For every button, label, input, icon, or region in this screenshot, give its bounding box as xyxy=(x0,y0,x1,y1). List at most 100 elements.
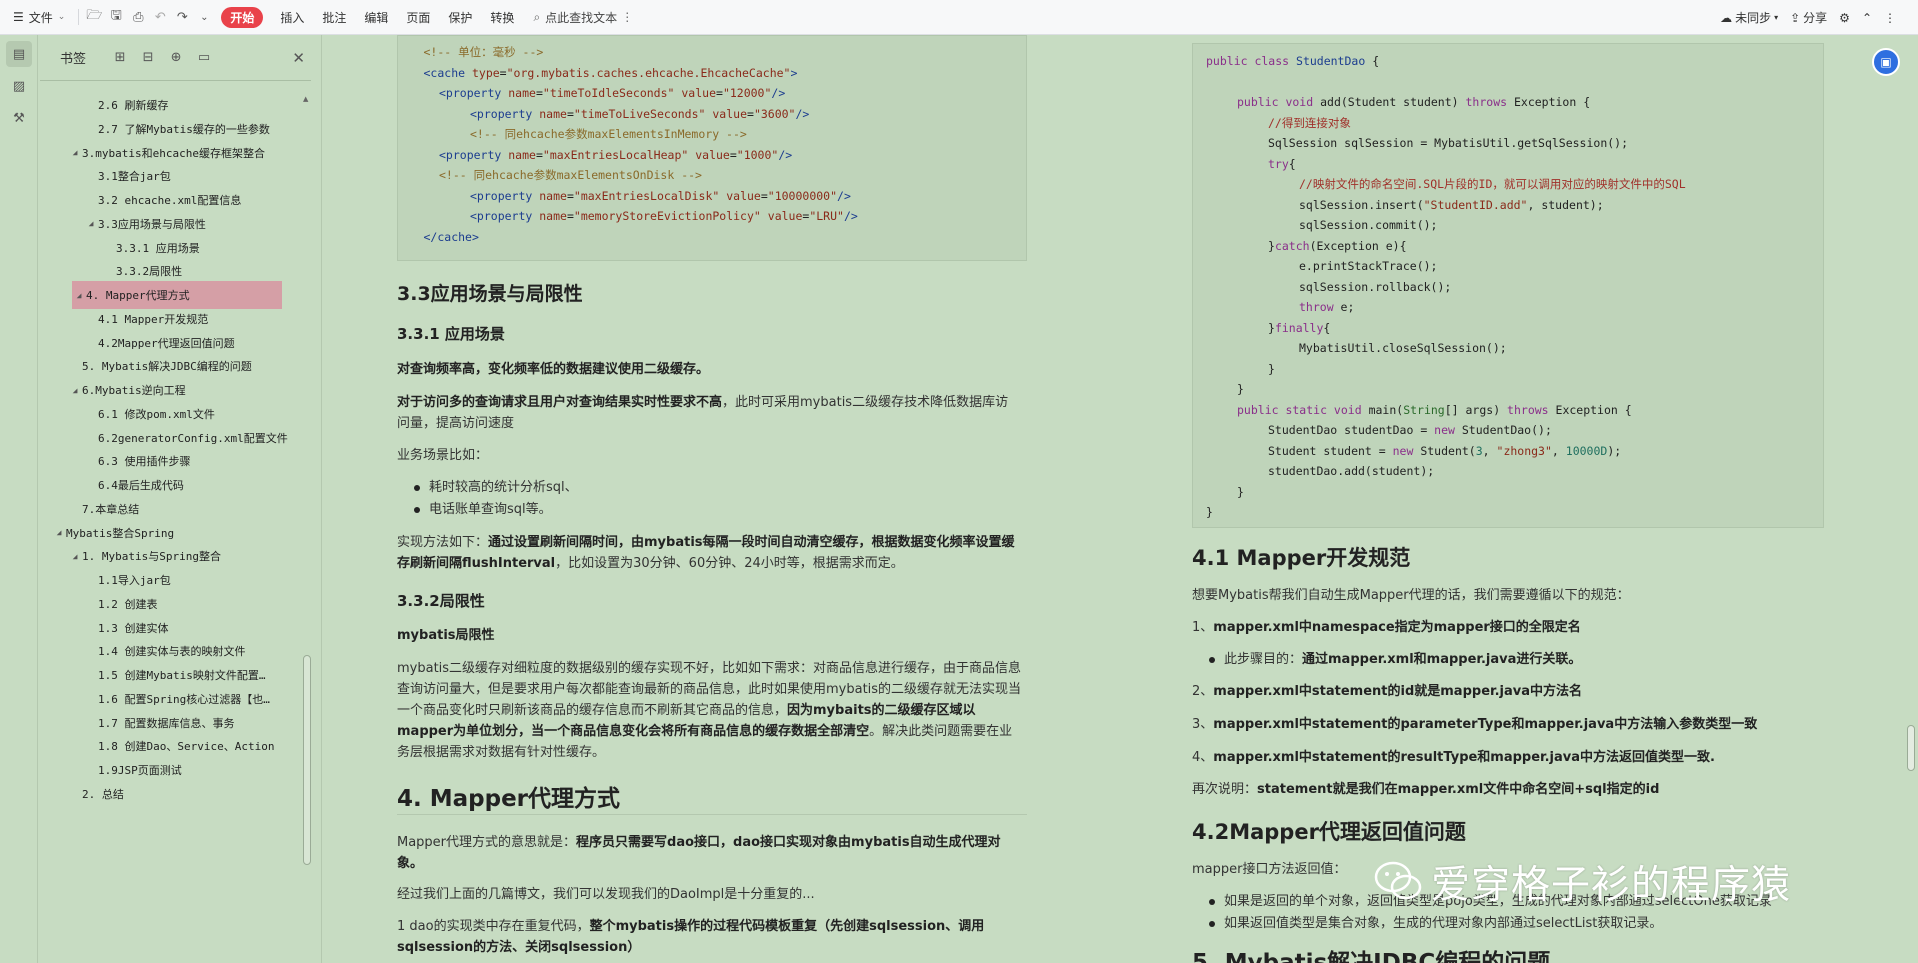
code-token: = xyxy=(566,188,574,203)
more-quick-icon[interactable]: ⌄ xyxy=(193,6,215,28)
sidebar-item-label: 3.2 ehcache.xml配置信息 xyxy=(98,194,242,207)
tab-page[interactable]: 页面 xyxy=(397,9,439,26)
file-menu[interactable]: ☰ 文件 ⌄ xyxy=(0,9,74,26)
expand-arrow-icon[interactable]: ◢ xyxy=(72,291,86,300)
paragraph: 业务场景比如： xyxy=(397,448,489,463)
bold-text: 对于访问多的查询请求且用户对查询结果实时性要求不高 xyxy=(397,395,723,410)
cloud-icon: ☁ xyxy=(1720,10,1733,25)
sidebar-item-label: 1.9JSP页面测试 xyxy=(98,764,182,777)
paragraph: 1 dao的实现类中存在重复代码，整个mybatis操作的过程代码模板重复（先创… xyxy=(397,916,1017,958)
sidebar-item-label: 2.6 刷新缓存 xyxy=(98,99,169,112)
open-folder-icon[interactable]: 🗁 xyxy=(83,6,105,28)
expand-all-icon[interactable]: ⊞ xyxy=(112,50,128,66)
code-token: public class xyxy=(1206,54,1297,68)
code-token: //映射文件的命名空间.SQL片段的ID，就可以调用对应的映射文件中的SQL xyxy=(1299,177,1686,191)
more-vertical-icon[interactable]: ⋮ xyxy=(621,10,633,24)
expand-arrow-icon[interactable]: ◢ xyxy=(68,386,82,395)
collapse-all-icon[interactable]: ⊟ xyxy=(140,50,156,66)
code-token: { xyxy=(1288,156,1296,171)
watermark: 爱穿格子衫的程序猿 xyxy=(1373,854,1791,910)
sidebar-item-label: 7.本章总结 xyxy=(82,502,140,516)
share-button[interactable]: ⇪ 分享 xyxy=(1790,9,1827,26)
code-line: } xyxy=(1206,482,1823,503)
bookmark-icon[interactable]: ▭ xyxy=(196,50,212,66)
paragraph: 经过我们上面的几篇博文，我们可以发现我们的DaoImpl是十分重复的... xyxy=(397,887,815,902)
sidebar-scrollbar[interactable]: ▲ xyxy=(302,95,312,963)
close-icon[interactable]: ✕ xyxy=(292,49,305,67)
code-token: main( xyxy=(1368,402,1404,417)
left-icon-bar: ▤ ▨ ⚒ xyxy=(0,35,38,963)
code-line: <property name="timeToIdleSeconds" value… xyxy=(408,83,1026,104)
bold-text: mapper.xml中statement的parameterType和mappe… xyxy=(1213,717,1758,732)
expand-arrow-icon[interactable]: ◢ xyxy=(84,219,98,228)
tab-comment[interactable]: 批注 xyxy=(313,9,355,26)
tab-start[interactable]: 开始 xyxy=(221,6,264,28)
code-line: <property name="maxEntriesLocalHeap" val… xyxy=(408,145,1026,166)
settings-icon[interactable]: ⚙ xyxy=(1839,11,1850,25)
tools-icon[interactable]: ⚒ xyxy=(6,105,32,131)
code-line: public static void main(String[] args) t… xyxy=(1206,400,1823,421)
code-token: = xyxy=(729,147,737,162)
bookmark-sidebar: 书签 ⊞ ⊟ ⊕ ▭ ✕ 2.6 刷新缓存 2.7 了解Mybatis缓存的一些参… xyxy=(40,35,322,963)
image-panel-icon[interactable]: ▨ xyxy=(6,73,32,99)
heading-4-1: 4.1 Mapper开发规范 xyxy=(1192,546,1411,570)
code-token: <property xyxy=(470,209,540,223)
code-token: catch xyxy=(1274,238,1310,253)
code-token: Exception { xyxy=(1555,402,1632,417)
expand-arrow-icon[interactable]: ◢ xyxy=(52,528,66,537)
save-icon[interactable]: 🖫 xyxy=(105,6,127,28)
divider xyxy=(397,814,1027,815)
code-token: StudentDao studentDao = xyxy=(1268,423,1435,437)
floating-assistant-icon[interactable]: ▣ xyxy=(1872,48,1900,76)
code-token: } xyxy=(1237,484,1244,499)
expand-arrow-icon[interactable]: ◢ xyxy=(68,148,82,157)
code-token: StudentDao(); xyxy=(1461,423,1552,437)
sidebar-item-label: 1.6 配置Spring核心过滤器【也… xyxy=(98,692,270,706)
sidebar-item-label: 4.1 Mapper开发规范 xyxy=(98,312,209,326)
sync-status[interactable]: ☁ 未同步 ▾ xyxy=(1720,9,1778,26)
sidebar-item-label: 3.mybatis和ehcache缓存框架整合 xyxy=(82,146,265,160)
document-scroll-thumb[interactable] xyxy=(1907,725,1915,771)
search-box[interactable]: ⌕ 点此查找文本 ⋮ xyxy=(523,9,633,26)
code-line: StudentDao studentDao = new StudentDao()… xyxy=(1206,420,1823,441)
code-line: <!-- 同ehcache参数maxElementsInMemory --> xyxy=(408,124,1026,145)
heading-3-3-2: 3.3.2局限性 xyxy=(397,592,485,610)
code-token: "org.mybatis.caches.ehcache.EhcacheCache… xyxy=(506,65,791,80)
bookmark-panel-icon[interactable]: ▤ xyxy=(6,41,32,67)
expand-arrow-icon[interactable]: ◢ xyxy=(68,552,82,561)
sidebar-item-label: 1.3 创建实体 xyxy=(98,621,169,635)
code-line: //映射文件的命名空间.SQL片段的ID，就可以调用对应的映射文件中的SQL xyxy=(1206,174,1823,195)
collapse-icon[interactable]: ⌃ xyxy=(1862,11,1872,25)
code-token: type xyxy=(471,65,500,80)
sidebar-item-label: 5. Mybatis解决JDBC编程的问题 xyxy=(82,360,252,374)
sidebar-item-label: 2.7 了解Mybatis缓存的一些参数 xyxy=(98,122,270,136)
code-token: value xyxy=(767,209,803,223)
code-token: , xyxy=(1551,443,1566,458)
tab-edit[interactable]: 编辑 xyxy=(355,9,397,26)
paragraph: 对于访问多的查询请求且用户对查询结果实时性要求不高，此时可采用mybatis二级… xyxy=(397,392,1017,434)
undo-icon[interactable]: ↶ xyxy=(149,6,171,28)
paragraph: mapper接口方法返回值： xyxy=(1192,862,1347,877)
redo-icon[interactable]: ↷ xyxy=(171,6,193,28)
sidebar-item-label: 6.4最后生成代码 xyxy=(98,479,184,492)
sidebar-item-label: 1.2 创建表 xyxy=(98,597,158,611)
paragraph: Mapper代理方式的意思就是：程序员只需要写dao接口，dao接口实现对象由m… xyxy=(397,832,1017,874)
code-line: sqlSession.rollback(); xyxy=(1206,277,1823,298)
code-token: /> xyxy=(843,209,858,223)
document-page-left: <!-- 单位：毫秒 --> <cache type="org.mybatis.c… xyxy=(327,35,1047,963)
code-token: } xyxy=(1268,238,1275,253)
sidebar-item[interactable]: 2. 总结 xyxy=(40,780,298,808)
sidebar-scroll-thumb[interactable] xyxy=(303,655,311,865)
hamburger-icon: ☰ xyxy=(13,10,24,24)
add-bookmark-icon[interactable]: ⊕ xyxy=(168,50,184,66)
code-token: finally xyxy=(1274,320,1324,335)
print-icon[interactable]: ⎙ xyxy=(127,6,149,28)
tab-insert[interactable]: 插入 xyxy=(271,9,313,26)
tab-protect[interactable]: 保护 xyxy=(439,9,481,26)
more-vertical-icon[interactable]: ⋮ xyxy=(1884,11,1896,25)
document-scrollbar[interactable] xyxy=(1904,35,1918,963)
tab-convert[interactable]: 转换 xyxy=(481,9,523,26)
scroll-up-icon[interactable]: ▲ xyxy=(303,95,308,103)
code-token: /> xyxy=(795,106,810,121)
